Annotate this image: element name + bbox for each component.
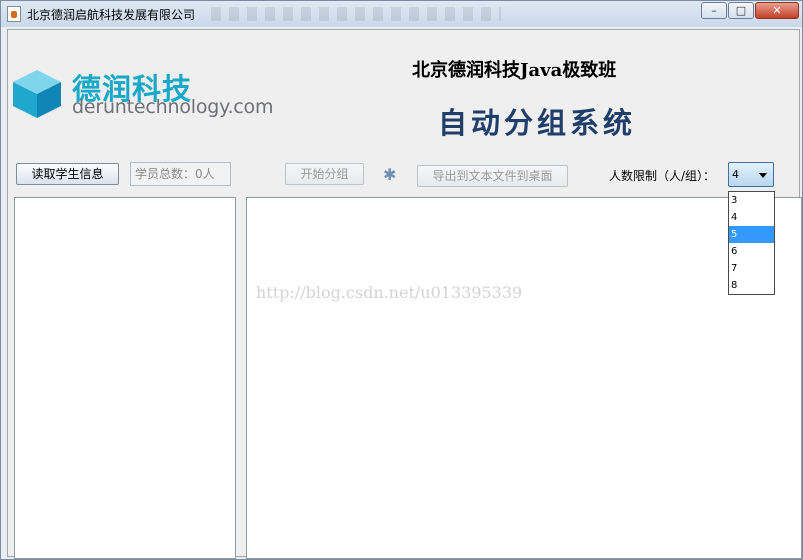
window-title: 北京德润启航科技发展有限公司 — [27, 8, 196, 22]
background-ghost-toolbar — [211, 7, 501, 21]
close-icon: ✕ — [772, 4, 782, 17]
chevron-down-icon — [759, 173, 767, 178]
dropdown-option[interactable]: 8 — [729, 277, 774, 294]
group-result-panel[interactable] — [246, 197, 802, 559]
read-students-button[interactable]: 读取学生信息 — [16, 163, 119, 185]
dropdown-option[interactable]: 4 — [729, 209, 774, 226]
watermark-text: http://blog.csdn.net/u013395339 — [256, 283, 523, 302]
loading-spinner-icon: ✱ — [383, 165, 397, 184]
group-limit-label: 人数限制（人/组）： — [609, 169, 716, 183]
maximize-icon: □ — [735, 4, 747, 17]
minimize-icon: – — [711, 4, 717, 17]
group-limit-value: 4 — [732, 168, 739, 181]
student-total-field: 学员总数：0人 — [130, 162, 231, 186]
cube-logo-icon — [13, 70, 61, 118]
start-group-button[interactable]: 开始分组 — [285, 163, 364, 185]
student-list-panel[interactable] — [14, 197, 236, 559]
dropdown-option[interactable]: 7 — [729, 260, 774, 277]
group-limit-dropdown: 345678 — [728, 191, 775, 295]
dropdown-option[interactable]: 5 — [729, 226, 774, 243]
minimize-button[interactable]: – — [701, 2, 727, 19]
logo-english-text: deruntechnology.com — [72, 96, 274, 118]
maximize-button[interactable]: □ — [728, 2, 754, 19]
export-button[interactable]: 导出到文本文件到桌面 — [417, 165, 568, 187]
java-app-icon — [7, 6, 21, 22]
close-button[interactable]: ✕ — [755, 2, 799, 19]
title-bar[interactable]: 北京德润启航科技发展有限公司 – □ ✕ — [1, 1, 802, 27]
dropdown-option[interactable]: 6 — [729, 243, 774, 260]
header-title: 北京德润科技Java极致班 — [412, 60, 617, 81]
group-limit-select[interactable]: 4 — [728, 162, 774, 187]
header-subtitle: 自动分组系统 — [438, 106, 637, 140]
dropdown-option[interactable]: 3 — [729, 192, 774, 209]
